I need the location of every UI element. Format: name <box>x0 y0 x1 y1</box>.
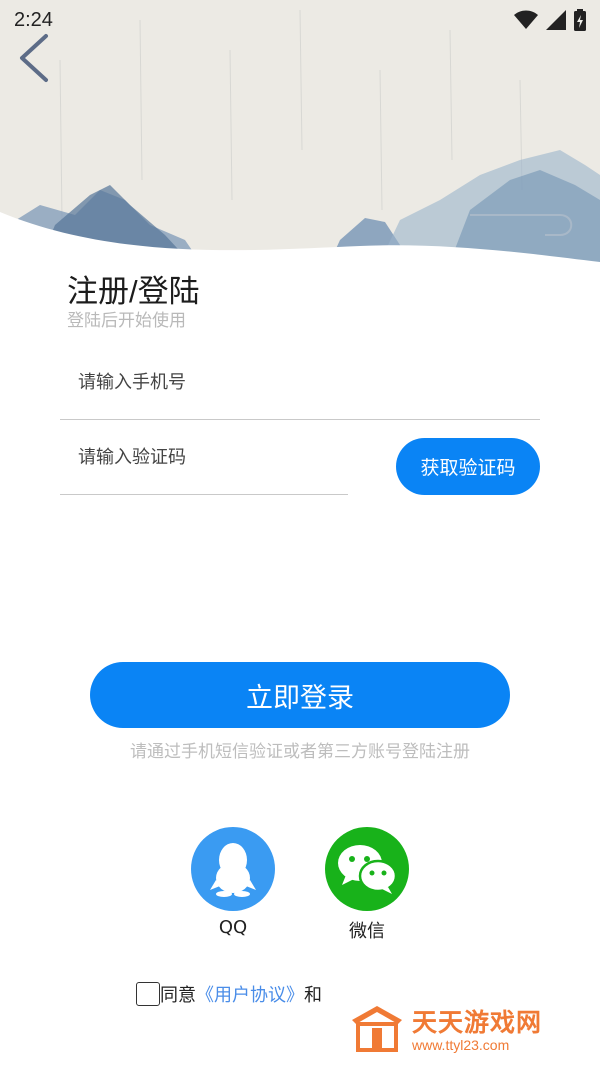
qq-icon <box>210 843 256 897</box>
chevron-left-icon <box>20 34 48 82</box>
qq-login-button[interactable]: QQ <box>191 827 275 938</box>
header-banner: 2:24 <box>0 0 600 262</box>
cellular-signal-icon <box>546 10 566 30</box>
wechat-label: 微信 <box>349 921 385 942</box>
watermark-logo-icon <box>352 1006 402 1052</box>
watermark-url: www.ttyl23.com <box>412 1037 510 1053</box>
phone-field <box>60 362 558 420</box>
watermark: 天天游戏网 www.ttyl23.com <box>348 1002 542 1054</box>
page-title: 注册/登陆 <box>67 274 200 309</box>
wechat-icon <box>338 845 398 894</box>
get-code-button[interactable]: 获取验证码 <box>396 438 540 495</box>
wechat-login-button[interactable]: 微信 <box>325 827 409 943</box>
back-button[interactable] <box>12 30 56 86</box>
phone-input[interactable] <box>60 362 558 402</box>
wifi-icon <box>514 10 538 29</box>
agreement-prefix: 同意 <box>160 985 196 1006</box>
login-hint: 请通过手机短信验证或者第三方账号登陆注册 <box>130 742 470 762</box>
qq-label: QQ <box>218 917 248 938</box>
watermark-title: 天天游戏网 <box>412 1008 543 1037</box>
agreement-checkbox[interactable] <box>136 982 160 1006</box>
agreement-row: 同意 《用户协议》 和 <box>136 981 322 1007</box>
code-field <box>60 437 366 495</box>
status-bar: 2:24 <box>0 0 600 40</box>
login-button[interactable]: 立即登录 <box>90 662 510 728</box>
user-agreement-link[interactable]: 《用户协议》 <box>196 981 304 1007</box>
page-subtitle: 登陆后开始使用 <box>67 311 186 331</box>
agreement-suffix: 和 <box>304 985 322 1006</box>
verification-code-input[interactable] <box>60 437 366 477</box>
battery-charging-icon <box>574 9 586 31</box>
status-time: 2:24 <box>14 8 53 31</box>
